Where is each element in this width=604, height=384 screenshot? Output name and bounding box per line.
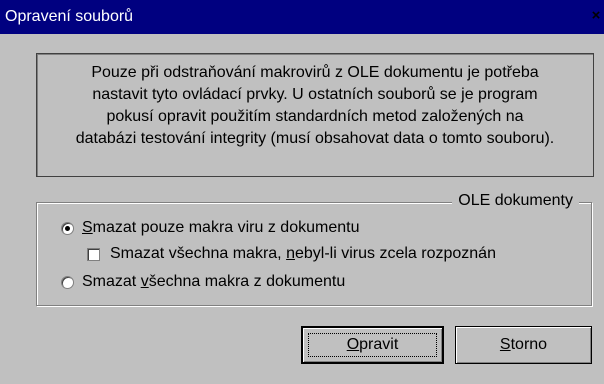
label-part: Smazat [82,273,141,290]
label-part: mazat pouze makra viru z dokumentu [92,219,360,236]
label-part: Smazat všechna makra, [110,245,287,262]
button-label: torno [510,336,548,353]
info-line: nastavit tyto ovládací prvky. U ostatníc… [92,86,538,103]
info-line: pokusí opravit použitím standardních met… [106,108,524,125]
info-line: databázi testování integrity (musí obsah… [75,130,555,147]
option-delete-virus-macros-label[interactable]: Smazat pouze makra viru z dokumentu [82,218,359,238]
window-title: Opravení souborů [5,8,134,25]
access-key: S [499,336,511,353]
info-line: Pouze při odstraňování makrovirů z OLE d… [91,64,539,81]
repair-button[interactable]: Opravit [301,326,444,364]
option-delete-all-macros-label[interactable]: Smazat všechna makra z dokumentu [82,272,345,292]
title-bar[interactable]: Opravení souborů × [0,0,604,34]
label-part: ebyl-li virus zcela rozpoznán [294,245,496,262]
info-text-box: Pouze při odstraňování makrovirů z OLE d… [36,53,594,177]
radio-delete-virus-macros[interactable] [61,222,74,235]
radio-delete-all-macros[interactable] [61,276,74,289]
access-key: v [140,273,149,290]
access-key: S [82,219,93,236]
label-part: šechna makra z dokumentu [148,273,346,290]
checkbox-delete-all-if-unknown[interactable] [87,248,100,261]
radio-selected-dot [65,226,70,231]
repair-files-dialog: Opravení souborů × Pouze při odstraňován… [0,0,604,384]
group-legend: OLE dokumenty [452,191,579,211]
cancel-button[interactable]: Storno [455,326,592,364]
focus-rect [308,333,437,357]
checkbox-delete-all-if-unknown-label[interactable]: Smazat všechna makra, nebyl-li virus zce… [110,244,496,264]
close-icon[interactable]: × [588,8,604,24]
access-key: n [286,245,295,262]
